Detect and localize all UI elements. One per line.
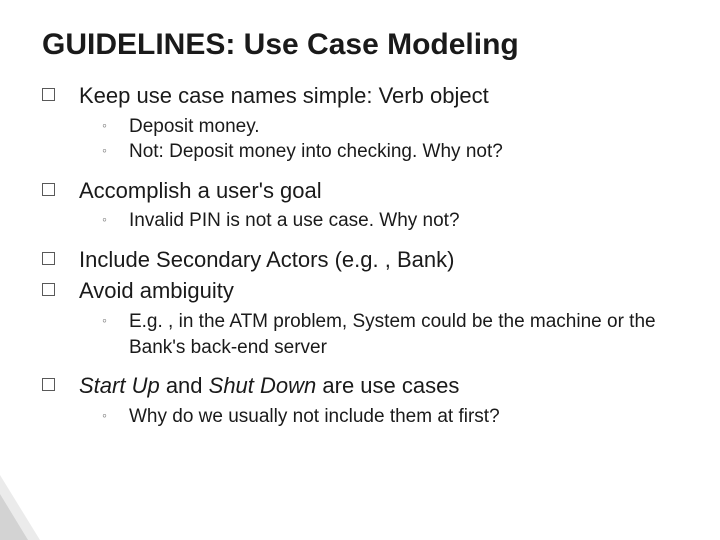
sub-bullet-text: Why do we usually not include them at fi… xyxy=(129,404,500,430)
bullet-4-text: Avoid ambiguity xyxy=(79,277,234,305)
italic-shutdown: Shut Down xyxy=(209,373,317,398)
sub-bullet: ◦ Invalid PIN is not a use case. Why not… xyxy=(102,208,682,234)
bullet-5: Start Up and Shut Down are use cases xyxy=(42,372,682,400)
chevron-icon: ◦ xyxy=(102,210,107,230)
sub-bullet: ◦ Why do we usually not include them at … xyxy=(102,404,682,430)
text-and: and xyxy=(160,373,209,398)
sub-bullet-text: E.g. , in the ATM problem, System could … xyxy=(129,309,682,360)
slide-title: GUIDELINES: Use Case Modeling xyxy=(42,28,682,62)
bullet-5-text: Start Up and Shut Down are use cases xyxy=(79,372,459,400)
sub-bullet-text: Deposit money. xyxy=(129,114,260,140)
bullet-3: Include Secondary Actors (e.g. , Bank) xyxy=(42,246,682,274)
corner-decoration-inner xyxy=(0,494,28,540)
bullet-4: Avoid ambiguity xyxy=(42,277,682,305)
bullet-2-text: Accomplish a user's goal xyxy=(79,177,322,205)
bullet-3-text: Include Secondary Actors (e.g. , Bank) xyxy=(79,246,454,274)
checkbox-icon xyxy=(42,283,55,296)
bullet-1: Keep use case names simple: Verb object xyxy=(42,82,682,110)
checkbox-icon xyxy=(42,378,55,391)
checkbox-icon xyxy=(42,88,55,101)
chevron-icon: ◦ xyxy=(102,311,107,331)
chevron-icon: ◦ xyxy=(102,406,107,426)
sub-bullet: ◦ Not: Deposit money into checking. Why … xyxy=(102,139,682,165)
checkbox-icon xyxy=(42,252,55,265)
italic-startup: Start Up xyxy=(79,373,160,398)
checkbox-icon xyxy=(42,183,55,196)
text-usecases: are use cases xyxy=(316,373,459,398)
bullet-1-text: Keep use case names simple: Verb object xyxy=(79,82,489,110)
sub-bullet: ◦ Deposit money. xyxy=(102,114,682,140)
sub-bullet-text: Not: Deposit money into checking. Why no… xyxy=(129,139,503,165)
chevron-icon: ◦ xyxy=(102,141,107,161)
bullet-2: Accomplish a user's goal xyxy=(42,177,682,205)
chevron-icon: ◦ xyxy=(102,116,107,136)
sub-bullet: ◦ E.g. , in the ATM problem, System coul… xyxy=(102,309,682,360)
sub-bullet-text: Invalid PIN is not a use case. Why not? xyxy=(129,208,460,234)
